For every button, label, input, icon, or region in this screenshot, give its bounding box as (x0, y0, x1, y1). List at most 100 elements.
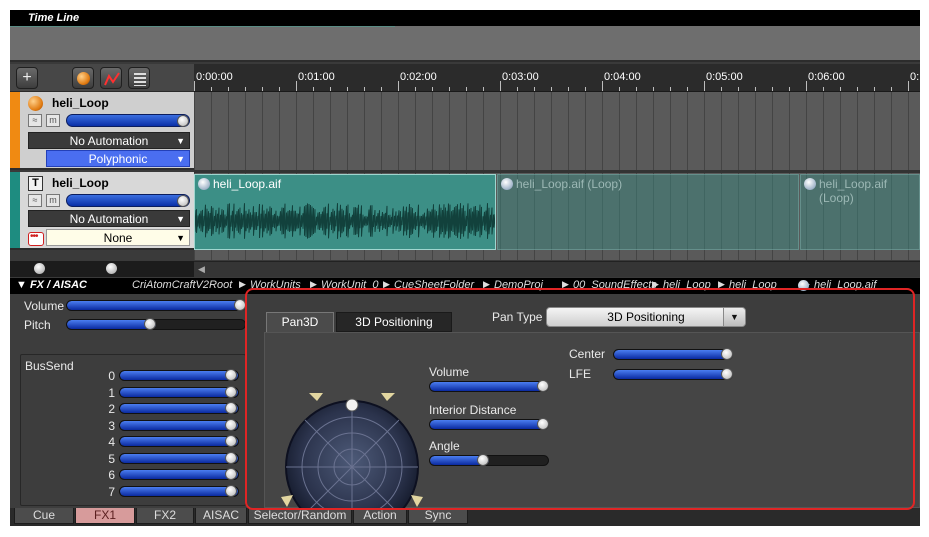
pan3d-panel: Pan3D 3D Positioning Pan Type 3D Positio… (254, 294, 920, 526)
tab-sync[interactable]: Sync (408, 508, 468, 524)
pan-circle[interactable] (279, 389, 429, 526)
ruler-tick (721, 87, 722, 91)
cue-link-select[interactable]: None ▼ (46, 229, 190, 246)
slider-knob[interactable] (537, 380, 549, 392)
chevron-down-icon: ▼ (176, 233, 185, 243)
breadcrumb-item[interactable]: WorkUnit_0 (321, 279, 378, 291)
bus-send-slider[interactable] (119, 468, 239, 480)
bus-send-slider[interactable] (119, 369, 239, 381)
breadcrumb-item[interactable]: heli_Loop (663, 279, 711, 291)
pan-volume-label: Volume (429, 365, 470, 379)
automation-select[interactable]: No Automation ▼ (28, 132, 190, 149)
fx-left-panel: Volume Pitch BusSend 0 1 2 3 4 5 6 7 (10, 294, 254, 508)
pan3d-content: Volume Interior Distance Angle Center LF… (264, 332, 920, 526)
interior-distance-slider[interactable] (429, 418, 549, 430)
tab-pan3d[interactable]: Pan3D (266, 312, 334, 332)
bus-send-slider[interactable] (119, 484, 239, 497)
timeline-overview[interactable] (10, 26, 920, 62)
slider-knob[interactable] (225, 402, 237, 414)
bus-send-slider[interactable] (119, 402, 239, 414)
track-header-1[interactable]: heli_Loop ≈ m No Automation ▼ Polyphonic ▼ (10, 92, 194, 170)
bus-send-slider[interactable] (119, 451, 239, 464)
tab-fx1[interactable]: FX1 (75, 508, 135, 524)
slider-knob[interactable] (225, 435, 237, 447)
slider-knob[interactable] (721, 348, 733, 360)
breadcrumb-separator-icon: ▶ (652, 279, 659, 289)
track-header-2[interactable]: T heli_Loop ≈ m No Automation ▼ None ▼ (10, 172, 194, 250)
pan-type-select[interactable]: 3D Positioning ▼ (546, 307, 746, 327)
slider-knob[interactable] (721, 368, 733, 380)
mute-icon[interactable]: m (46, 194, 60, 207)
horizontal-scrollbar[interactable]: ◀ (194, 261, 920, 277)
slider-knob[interactable] (225, 451, 237, 464)
track-volume-slider[interactable] (66, 114, 190, 127)
list-button[interactable] (128, 67, 150, 89)
slider-knob[interactable] (537, 418, 549, 430)
tab-selector-random[interactable]: Selector/Random (248, 508, 352, 524)
zoom-scroll[interactable] (10, 261, 194, 277)
waveform-toggle-icon[interactable]: ≈ (28, 114, 42, 127)
fx-panel-title[interactable]: ▼ FX / AISAC (16, 279, 87, 291)
volume-slider[interactable] (66, 299, 246, 311)
angle-slider[interactable] (429, 454, 549, 466)
tab-3d-positioning[interactable]: 3D Positioning (336, 312, 452, 332)
slider-knob[interactable] (144, 318, 156, 330)
material-button[interactable] (72, 67, 94, 89)
add-icon: + (22, 69, 32, 86)
pitch-slider[interactable] (66, 318, 246, 330)
breadcrumb-item[interactable]: CueSheetFolder (394, 279, 474, 291)
bus-number: 3 (108, 418, 115, 433)
ruler-tick (279, 87, 280, 91)
bus-send-slider[interactable] (119, 435, 239, 447)
ruler-tick (891, 87, 892, 91)
breadcrumb-item[interactable]: DemoProj (494, 279, 543, 291)
slider-knob[interactable] (225, 369, 237, 381)
center-slider[interactable] (613, 348, 733, 360)
tab-action[interactable]: Action (353, 508, 407, 524)
slider-knob[interactable] (225, 484, 237, 497)
zoom-knob-right[interactable] (106, 263, 117, 274)
track-lanes[interactable]: heli_Loop.aif heli_Loop.aif (Loop) heli_… (194, 92, 920, 260)
clip-title: heli_Loop.aif (213, 177, 282, 191)
mode-select[interactable]: Polyphonic ▼ (46, 150, 190, 167)
bus-send-slider[interactable] (119, 418, 239, 431)
slider-knob[interactable] (225, 468, 237, 480)
breadcrumb-item[interactable]: CriAtomCraftV2Root (132, 279, 232, 291)
dropdown-arrow-icon[interactable]: ▼ (723, 308, 745, 326)
tab-fx2[interactable]: FX2 (136, 508, 194, 524)
track-volume-slider[interactable] (66, 194, 190, 207)
breadcrumb-item[interactable]: heli_Loop (729, 279, 777, 291)
bussend-group: BusSend 0 1 2 3 4 5 6 7 (20, 354, 246, 506)
ruler-tick (857, 87, 858, 91)
automation-select[interactable]: No Automation ▼ (28, 210, 190, 227)
tab-aisac[interactable]: AISAC (195, 508, 247, 524)
breadcrumb-item[interactable]: 00_SoundEffects (573, 279, 657, 291)
curve-button[interactable] (100, 67, 122, 89)
bus-send-slider[interactable] (119, 385, 239, 398)
slider-knob[interactable] (177, 195, 189, 207)
breadcrumb-item[interactable]: heli_Loop.aif (814, 279, 876, 291)
audio-file-icon (198, 178, 210, 190)
slider-knob[interactable] (225, 385, 237, 398)
waveform-toggle-icon[interactable]: ≈ (28, 194, 42, 207)
tab-cue[interactable]: Cue (14, 508, 74, 524)
time-ruler[interactable]: 0:00:00 0:01:00 0:02:00 0:03:00 0:04:00 0:05:… (194, 64, 920, 92)
slider-knob[interactable] (225, 418, 237, 431)
mute-icon[interactable]: m (46, 114, 60, 127)
bus-number: 4 (108, 435, 115, 449)
zoom-knob-left[interactable] (34, 263, 45, 274)
orb-icon (77, 72, 90, 85)
slider-knob[interactable] (177, 115, 189, 127)
loop-clip-1[interactable]: heli_Loop.aif (Loop) (497, 174, 799, 250)
slider-knob[interactable] (234, 299, 246, 311)
ruler-tick (823, 87, 824, 91)
arrow-left-icon[interactable]: ◀ (198, 264, 205, 275)
pan-volume-slider[interactable] (429, 380, 549, 392)
add-track-button[interactable]: + (16, 67, 38, 89)
loop-clip-2[interactable]: heli_Loop.aif (Loop) (800, 174, 920, 250)
ruler-tick (313, 87, 314, 91)
breadcrumb-item[interactable]: WorkUnits (250, 279, 301, 291)
waveform-clip[interactable]: heli_Loop.aif (194, 174, 496, 250)
slider-knob[interactable] (477, 454, 489, 466)
lfe-slider[interactable] (613, 368, 733, 380)
